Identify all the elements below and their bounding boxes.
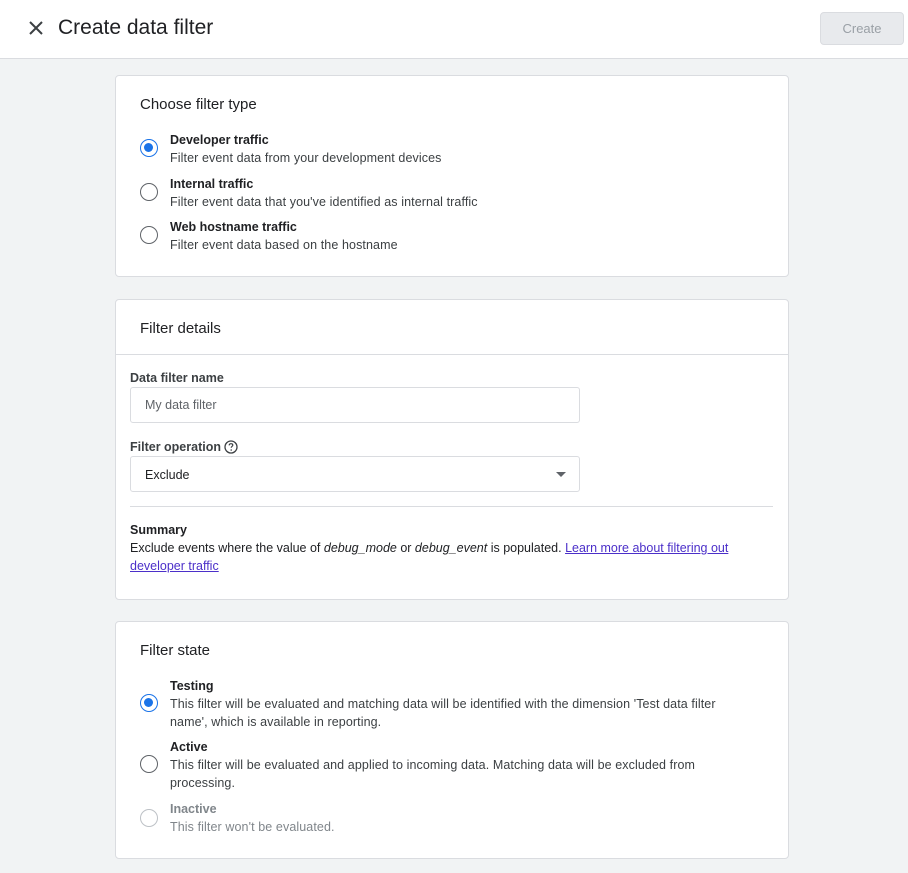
radio-button: [140, 809, 158, 827]
summary-title: Summary: [130, 523, 187, 537]
radio-description: Filter event data from your development …: [170, 151, 442, 165]
create-button[interactable]: Create: [820, 12, 904, 45]
radio-state-inactive: Inactive This filter won't be evaluated.: [140, 800, 760, 836]
radio-web-hostname-traffic[interactable]: Web hostname traffic Filter event data b…: [140, 218, 760, 254]
summary-or: or: [396, 541, 415, 555]
radio-developer-traffic[interactable]: Developer traffic Filter event data from…: [140, 131, 760, 167]
radio-label: Testing: [170, 679, 214, 693]
radio-internal-traffic[interactable]: Internal traffic Filter event data that …: [140, 175, 760, 211]
filter-operation-value: Exclude: [145, 468, 190, 482]
radio-description: This filter will be evaluated and matchi…: [170, 697, 716, 729]
summary-divider: [130, 506, 773, 507]
data-filter-name-input[interactable]: [130, 387, 580, 423]
summary-term-debug-event: debug_event: [414, 541, 488, 555]
radio-button[interactable]: [140, 755, 158, 773]
radio-description: Filter event data based on the hostname: [170, 238, 398, 252]
radio-description: This filter won't be evaluated.: [170, 820, 335, 834]
close-icon[interactable]: [24, 16, 48, 40]
section-divider: [116, 354, 788, 355]
filter-details-card: Filter details Data filter name Filter o…: [115, 299, 789, 600]
filter-state-title: Filter state: [140, 642, 211, 659]
radio-label: Developer traffic: [170, 133, 269, 147]
filter-details-title: Filter details: [140, 320, 221, 337]
radio-label: Internal traffic: [170, 177, 254, 191]
filter-operation-select[interactable]: Exclude: [130, 456, 580, 492]
summary-suffix: is populated.: [487, 541, 566, 555]
help-icon[interactable]: [224, 440, 238, 454]
summary-text: Exclude events where the value of debug_…: [130, 539, 770, 575]
page-title: Create data filter: [58, 16, 214, 39]
summary-term-debug-mode: debug_mode: [323, 541, 397, 555]
summary-prefix: Exclude events where the value of: [130, 541, 324, 555]
data-filter-name-label: Data filter name: [130, 371, 224, 385]
top-app-bar: Create data filter Create: [0, 0, 908, 59]
radio-button[interactable]: [140, 694, 158, 712]
filter-state-card: Filter state Testing This filter will be…: [115, 621, 789, 859]
radio-button[interactable]: [140, 139, 158, 157]
radio-state-active[interactable]: Active This filter will be evaluated and…: [140, 738, 760, 792]
radio-description: Filter event data that you've identified…: [170, 195, 478, 209]
radio-button[interactable]: [140, 226, 158, 244]
radio-state-testing[interactable]: Testing This filter will be evaluated an…: [140, 677, 760, 731]
dropdown-arrow-icon: [556, 472, 566, 477]
radio-label: Active: [170, 740, 208, 754]
filter-type-card: Choose filter type Developer traffic Fil…: [115, 75, 789, 277]
radio-label: Inactive: [170, 802, 217, 816]
filter-type-title: Choose filter type: [140, 96, 257, 113]
radio-description: This filter will be evaluated and applie…: [170, 758, 696, 790]
radio-button[interactable]: [140, 183, 158, 201]
radio-label: Web hostname traffic: [170, 220, 297, 234]
filter-operation-label: Filter operation: [130, 440, 221, 454]
